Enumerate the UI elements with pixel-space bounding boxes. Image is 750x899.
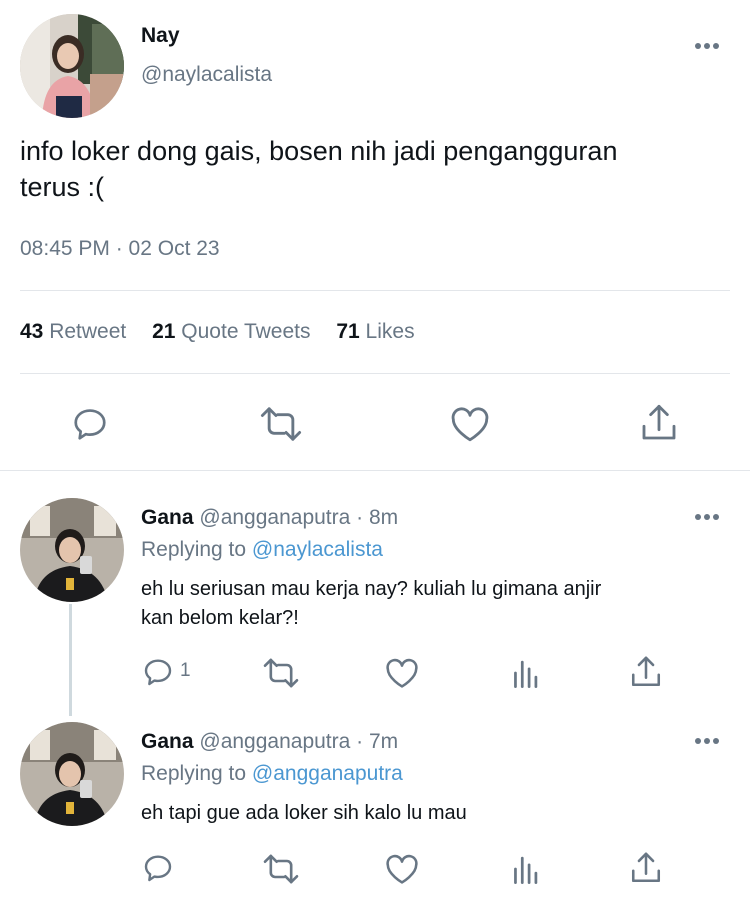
reply-icon[interactable] [71, 405, 109, 443]
reply-time[interactable]: · 7m [356, 730, 398, 753]
reply-author-name[interactable]: Gana [141, 730, 194, 753]
like-icon[interactable] [385, 657, 419, 689]
share-icon[interactable] [640, 403, 678, 443]
retweet-icon[interactable] [262, 853, 300, 885]
replying-to-line: Replying to @naylacalista [141, 538, 383, 562]
reply-text-line-1: eh lu seriusan mau kerja nay? kuliah lu … [141, 578, 602, 600]
tweet-text-line-1: info loker dong gais, bosen nih jadi pen… [20, 136, 618, 166]
avatar[interactable] [20, 14, 124, 118]
replying-to-link[interactable]: @naylacalista [252, 538, 383, 561]
divider [20, 290, 730, 291]
retweet-stat[interactable]: 43 Retweet [20, 320, 132, 343]
share-icon[interactable] [630, 655, 662, 689]
replying-prefix: Replying to [141, 762, 247, 785]
reply-text-line-1: eh tapi gue ada loker sih kalo lu mau [141, 802, 467, 824]
reply-header: Gana @angganaputra · 7m [141, 730, 398, 754]
replying-prefix: Replying to [141, 538, 247, 561]
analytics-icon[interactable] [511, 854, 539, 884]
reply-author-handle[interactable]: @angganaputra [199, 506, 350, 529]
like-icon[interactable] [450, 405, 490, 443]
thread-line [69, 604, 72, 716]
avatar[interactable] [20, 498, 124, 602]
reply-icon[interactable] [142, 852, 174, 884]
author-handle[interactable]: @naylacalista [141, 63, 272, 87]
replying-to-line: Replying to @angganaputra [141, 762, 403, 786]
analytics-icon[interactable] [511, 658, 539, 688]
retweets-label: Retweet [49, 320, 127, 343]
replying-to-link[interactable]: @angganaputra [252, 762, 403, 785]
reply-author-name[interactable]: Gana [141, 506, 194, 529]
retweets-count: 43 [20, 320, 44, 343]
quotes-count: 21 [152, 320, 176, 343]
timestamp[interactable]: 08:45 PM · 02 Oct 23 [20, 237, 220, 261]
retweet-icon[interactable] [262, 657, 300, 689]
stats-row: 43 Retweet 21 Quote Tweets 71 Likes [20, 320, 415, 344]
section-divider [0, 470, 750, 471]
reply-count: 1 [180, 660, 191, 681]
like-icon[interactable] [385, 853, 419, 885]
reply-author-handle[interactable]: @angganaputra [199, 730, 350, 753]
divider [20, 373, 730, 374]
reply-header: Gana @angganaputra · 8m [141, 506, 398, 530]
reply-time[interactable]: · 8m [356, 506, 398, 529]
likes-count: 71 [336, 320, 360, 343]
avatar[interactable] [20, 722, 124, 826]
tweet-text-line-2: terus :( [20, 172, 105, 202]
likes-label: Likes [365, 320, 415, 343]
more-icon[interactable] [695, 513, 721, 521]
likes-stat[interactable]: 71 Likes [336, 320, 414, 343]
reply-text-line-2: kan belom kelar?! [141, 607, 299, 629]
more-icon[interactable] [695, 42, 721, 50]
author-name[interactable]: Nay [141, 24, 180, 48]
reply-icon[interactable] [142, 656, 174, 688]
more-icon[interactable] [695, 737, 721, 745]
quotes-label: Quote Tweets [181, 320, 311, 343]
quote-stat[interactable]: 21 Quote Tweets [152, 320, 316, 343]
share-icon[interactable] [630, 851, 662, 885]
retweet-icon[interactable] [259, 405, 303, 443]
